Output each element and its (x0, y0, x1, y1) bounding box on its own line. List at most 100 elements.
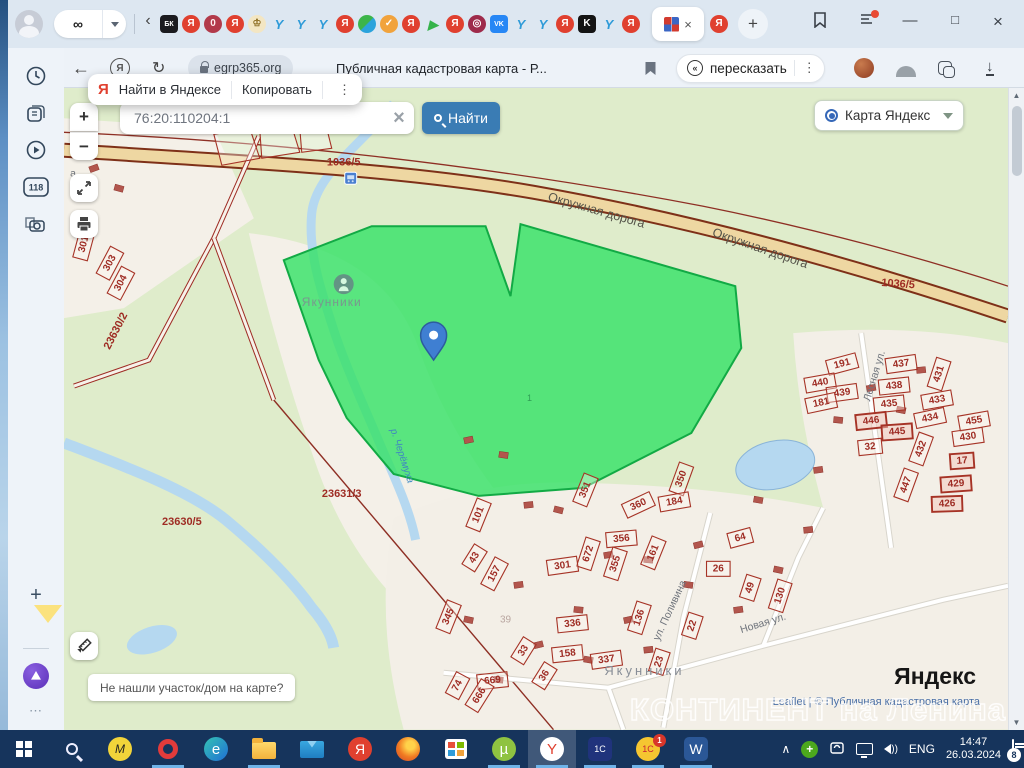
zoom-in-button[interactable]: + (70, 103, 98, 131)
page-scrollbar[interactable]: ▲ ▼ (1008, 88, 1024, 730)
extension-adblock-icon[interactable] (896, 48, 916, 88)
scroll-down-icon[interactable]: ▼ (1009, 718, 1024, 727)
chevron-down-icon[interactable] (102, 10, 126, 38)
parcel-438[interactable]: 438 (877, 376, 911, 396)
taskbar-app-utorrent[interactable]: µ (480, 730, 528, 768)
tab-favicon[interactable]: Y (314, 15, 332, 33)
taskbar-app-maxthon[interactable]: M (96, 730, 144, 768)
parcel-435[interactable]: 435 (872, 394, 906, 414)
scroll-up-icon[interactable]: ▲ (1009, 91, 1024, 100)
tab-favicon[interactable]: ✓ (380, 15, 398, 33)
taskbar-app-word[interactable]: W (672, 730, 720, 768)
tab-favicon[interactable]: БК (160, 15, 178, 33)
clear-search-icon[interactable]: × (384, 107, 414, 130)
history-icon[interactable] (24, 64, 48, 88)
scrollbar-thumb[interactable] (1012, 106, 1022, 176)
retell-button[interactable]: « пересказать ⋮ (676, 48, 825, 88)
tab-favicon[interactable]: Я (182, 15, 200, 33)
action-center-icon[interactable]: 8 (1007, 739, 1021, 762)
news-feed-icon[interactable] (24, 102, 48, 126)
taskbar-app-mail[interactable] (288, 730, 336, 768)
map-canvas[interactable]: 3013033041914404391814374314384334354344… (64, 88, 1008, 730)
taskbar-app-start[interactable] (0, 730, 48, 768)
parcel-356[interactable]: 356 (605, 529, 638, 549)
zoom-out-button[interactable]: − (70, 132, 98, 160)
sync-tray-icon[interactable] (829, 741, 845, 758)
tab-favicon[interactable]: Y (534, 15, 552, 33)
tab-favicon[interactable]: K (578, 15, 596, 33)
bookmarks-panel-icon[interactable] (808, 12, 832, 32)
retell-more-icon[interactable]: ⋮ (793, 60, 816, 76)
tab-favicon[interactable]: 0 (204, 15, 222, 33)
tab-favicon[interactable]: Я (402, 15, 420, 33)
minimize-button[interactable]: — (898, 12, 922, 29)
parcel-32[interactable]: 32 (857, 437, 884, 457)
taskbar-app-one-c[interactable]: 1С (576, 730, 624, 768)
parcel-search-box[interactable]: × (120, 102, 414, 134)
parcel-158[interactable]: 158 (550, 644, 584, 664)
tray-expand-icon[interactable]: ∧ (781, 742, 790, 756)
taskbar-app-explorer[interactable] (240, 730, 288, 768)
layer-select[interactable]: Карта Яндекс (814, 100, 964, 131)
new-tab-button[interactable]: + (738, 9, 768, 39)
tab-favicon[interactable]: Я (226, 15, 244, 33)
parcel-445[interactable]: 445 (880, 422, 914, 442)
maximize-button[interactable]: □ (943, 12, 967, 27)
taskbar-app-edge[interactable]: e (192, 730, 240, 768)
fullscreen-icon[interactable] (70, 174, 98, 202)
downloads-button[interactable]: ↓ (986, 48, 994, 88)
tab-favicon[interactable]: Я (556, 15, 574, 33)
tab-favicon[interactable]: ▶ (424, 15, 442, 33)
parcel-429[interactable]: 429 (939, 474, 973, 494)
taskbar-app-yandex[interactable]: Я (336, 730, 384, 768)
tab-group-pill[interactable]: ∞ (54, 10, 126, 38)
tab-favicon[interactable] (358, 15, 376, 33)
sidebar-more-icon[interactable]: ⋯ (29, 703, 43, 719)
parcel-26[interactable]: 26 (705, 560, 731, 577)
tab-favicon[interactable]: VK (490, 15, 508, 33)
active-tab[interactable]: × (652, 7, 704, 41)
tab-favicon[interactable]: Я (336, 15, 354, 33)
menu-more-icon[interactable]: ⋮ (333, 82, 356, 98)
menu-item-copy[interactable]: Копировать (242, 82, 312, 97)
extension-alice-icon[interactable] (854, 48, 874, 88)
tab-favicon[interactable]: Y (292, 15, 310, 33)
parcel-336[interactable]: 336 (555, 614, 589, 634)
tab-favicon[interactable]: Y (600, 15, 618, 33)
alice-assistant-icon[interactable] (23, 663, 49, 689)
parcel-426[interactable]: 426 (930, 494, 964, 513)
tab-favicon[interactable]: Я (446, 15, 464, 33)
find-button[interactable]: Найти (422, 102, 500, 134)
tabs-counter-badge[interactable]: 118 (22, 175, 50, 199)
volume-tray-icon[interactable]: )) (884, 744, 898, 755)
tab-favicon[interactable]: Я (622, 15, 640, 33)
taskbar-app-opera[interactable] (144, 730, 192, 768)
parcel-17[interactable]: 17 (948, 451, 976, 471)
menu-item-search-yandex[interactable]: Найти в Яндексе (119, 82, 221, 97)
taskbar-app-search[interactable] (48, 730, 96, 768)
close-window-button[interactable]: × (986, 12, 1010, 32)
taskbar-app-one-c-start[interactable]: 1С 1 (624, 730, 672, 768)
tab-favicon[interactable]: ♔ (248, 15, 266, 33)
sidebar-add-button[interactable]: + (30, 584, 42, 607)
close-tab-icon[interactable]: × (684, 17, 692, 32)
taskbar-app-yandex-browser[interactable]: Y (528, 730, 576, 768)
taskbar-app-firefox[interactable] (384, 730, 432, 768)
profile-avatar[interactable] (15, 10, 43, 38)
draw-tool-icon[interactable] (70, 632, 98, 660)
collections-icon[interactable] (938, 48, 955, 88)
tab-favicon[interactable]: Y (512, 15, 530, 33)
taskbar-app-store[interactable] (432, 730, 480, 768)
network-tray-icon[interactable] (856, 743, 874, 758)
search-input[interactable] (120, 110, 384, 126)
screenshot-icon[interactable] (23, 212, 49, 236)
tab-scroll-back-button[interactable]: ‹ (140, 12, 156, 30)
tab-favicon[interactable]: Я (710, 15, 728, 33)
clock[interactable]: 14:47 26.03.2024 (946, 736, 1001, 762)
help-hint[interactable]: Не нашли участок/дом на карте? (88, 674, 296, 701)
bookmark-icon[interactable] (644, 48, 657, 88)
tab-favicon[interactable]: Y (270, 15, 288, 33)
video-icon[interactable] (24, 138, 48, 162)
language-indicator[interactable]: ENG (909, 742, 935, 756)
antivirus-tray-icon[interactable]: + (801, 740, 819, 758)
